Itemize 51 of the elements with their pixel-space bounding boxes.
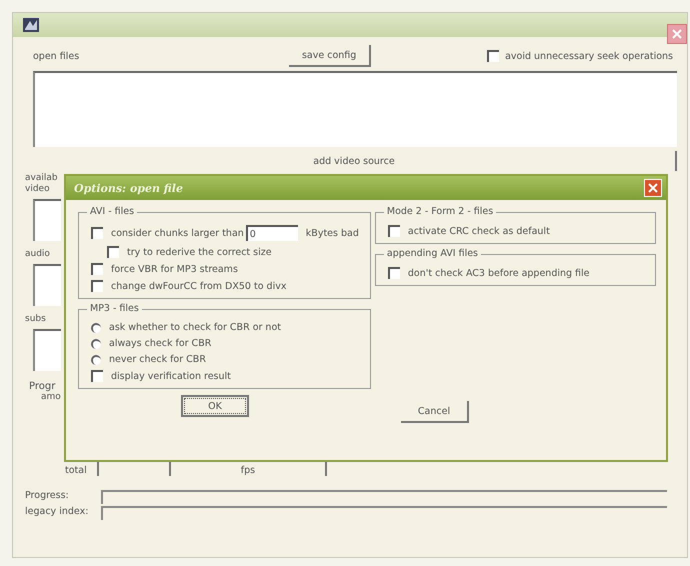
option-label: consider chunks larger than <box>111 228 244 238</box>
stream-label: subs <box>25 314 46 325</box>
progress-label: Progress: <box>25 490 70 503</box>
radio-button[interactable] <box>91 354 101 364</box>
dialog-button[interactable]: Cancel <box>401 401 469 423</box>
radio-button[interactable] <box>91 338 101 348</box>
checkbox[interactable] <box>107 246 119 258</box>
app-icon <box>23 18 39 32</box>
stream-list[interactable] <box>33 264 61 306</box>
option-label: try to rederive the correct size <box>127 246 272 258</box>
radio-button[interactable] <box>91 322 101 332</box>
dialog-title: Options: open file <box>74 182 183 194</box>
dialog-button[interactable]: OK <box>181 395 249 417</box>
group-title: AVI - files <box>87 206 138 217</box>
group-title: Mode 2 - Form 2 - files <box>384 206 496 217</box>
option-label: change dwFourCC from DX50 to divx <box>111 280 286 292</box>
stream-label: audio <box>25 249 50 260</box>
input-field[interactable]: 0 <box>246 225 298 241</box>
checkbox[interactable] <box>487 50 500 62</box>
option-label: avoid unnecessary seek operations <box>505 50 673 62</box>
checkbox[interactable] <box>388 267 400 279</box>
legacy-index-label: legacy index: <box>25 506 90 519</box>
stream-list[interactable] <box>33 199 61 241</box>
close-icon <box>648 183 658 193</box>
checkbox[interactable] <box>91 227 103 239</box>
checkbox[interactable] <box>91 370 103 382</box>
checkbox[interactable] <box>91 263 103 275</box>
stream-label: video <box>25 184 50 195</box>
group-title: appending AVI files <box>384 248 482 259</box>
checkbox[interactable] <box>388 225 400 237</box>
option-label: don't check AC3 before appending file <box>408 268 590 278</box>
group-title: MP3 - files <box>87 303 142 314</box>
file-list[interactable] <box>33 71 677 147</box>
close-button[interactable] <box>667 24 687 44</box>
fps-label: fps <box>240 465 256 476</box>
close-icon <box>671 28 683 40</box>
option-label: always check for CBR <box>109 338 212 349</box>
stream-list[interactable] <box>33 329 61 371</box>
checkbox[interactable] <box>91 280 103 292</box>
unit-label: kBytes bad <box>306 228 359 238</box>
option-label: never check for CBR <box>109 354 206 365</box>
group-title: Progr <box>29 381 56 392</box>
option-label: display verification result <box>111 370 231 382</box>
amount-label: amo <box>41 392 61 402</box>
option-label: activate CRC check as default <box>408 226 550 236</box>
open-files-label: open files <box>33 50 80 62</box>
save-config-button[interactable]: save config <box>289 45 372 67</box>
option-label: force VBR for MP3 streams <box>111 264 238 274</box>
total-label: total <box>65 465 87 476</box>
stream-label: availab <box>25 173 58 184</box>
option-label: ask whether to check for CBR or not <box>109 322 281 333</box>
